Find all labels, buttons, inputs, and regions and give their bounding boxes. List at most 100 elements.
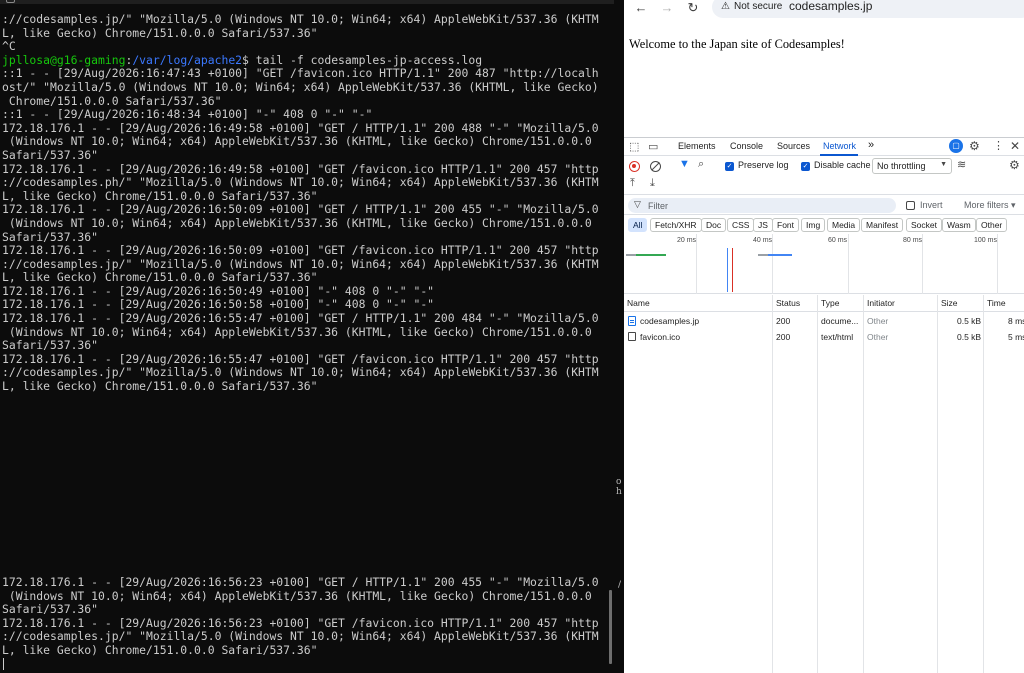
import-har-icon[interactable]: ⤒ (630, 177, 635, 190)
chip-media[interactable]: Media (827, 218, 861, 232)
column-divider[interactable] (937, 295, 938, 673)
column-header-status[interactable]: Status (776, 298, 800, 308)
terminal-line: (Windows NT 10.0; Win64; x64) AppleWebKi… (2, 324, 592, 339)
column-divider[interactable] (863, 295, 864, 673)
terminal-window[interactable]: ://codesamples.jp/" "Mozilla/5.0 (Window… (0, 0, 614, 673)
disable-cache-checkbox[interactable]: ✓ (801, 162, 810, 171)
more-filters-dropdown[interactable]: More filters ▾ (964, 200, 1016, 211)
terminal-tab-bar[interactable] (0, 0, 614, 4)
chip-doc[interactable]: Doc (701, 218, 727, 232)
warning-triangle-icon[interactable]: ⚠ (721, 1, 730, 12)
tab-elements[interactable]: Elements (678, 141, 716, 151)
tab-console[interactable]: Console (730, 141, 763, 151)
tab-network[interactable]: Network (823, 141, 856, 151)
prompt-path: /var/log/apache2 (132, 52, 243, 67)
column-divider[interactable] (817, 295, 818, 673)
column-header-time[interactable]: Time (987, 298, 1006, 308)
timeline-bar (626, 254, 636, 256)
url-text[interactable]: codesamples.jp (789, 0, 872, 13)
chip-manifest[interactable]: Manifest (861, 218, 904, 232)
chip-img[interactable]: Img (801, 218, 826, 232)
security-status-label[interactable]: Not secure (734, 1, 782, 12)
row-status: 200 (776, 316, 791, 326)
clear-icon[interactable] (650, 161, 661, 172)
terminal-line: 172.18.176.1 - - [29/Aug/2026:16:56:23 +… (2, 575, 599, 589)
prompt-user: jpllosa@g16-gaming (2, 52, 126, 67)
row-initiator: Other (867, 332, 889, 342)
table-row[interactable]: codesamples.jp 200 docume... Other 0.5 k… (624, 313, 1024, 329)
terminal-line: L, like Gecko) Chrome/151.0.0.0 Safari/5… (2, 379, 318, 394)
filter-field[interactable]: ▽ (628, 198, 896, 213)
timeline-gridline (922, 234, 923, 294)
preserve-log-label[interactable]: Preserve log (738, 160, 789, 170)
row-name[interactable]: favicon.ico (640, 332, 680, 342)
file-icon (628, 332, 636, 341)
chip-font[interactable]: Font (772, 218, 800, 232)
chip-wasm[interactable]: Wasm (942, 218, 976, 232)
row-type: text/html (821, 332, 854, 342)
row-type: docume... (821, 316, 859, 326)
preserve-log-checkbox[interactable]: ✓ (725, 162, 734, 171)
throttling-value: No throttling (877, 161, 926, 171)
chip-other[interactable]: Other (976, 218, 1008, 232)
network-overview-timeline[interactable]: 20 ms 40 ms 60 ms 80 ms 100 ms (624, 234, 1024, 294)
table-row[interactable]: favicon.ico 200 text/html Other 0.5 kB 5… (624, 329, 1024, 345)
terminal-line: Safari/537.36" (2, 338, 99, 353)
reload-icon[interactable]: ↻ (684, 0, 702, 16)
throttling-select[interactable]: No throttling ▼ (872, 158, 952, 174)
more-tabs-icon[interactable]: » (868, 139, 874, 151)
column-divider[interactable] (772, 295, 773, 673)
chip-socket[interactable]: Socket (906, 218, 942, 232)
column-header-size[interactable]: Size (941, 298, 958, 308)
timeline-gridline (848, 234, 849, 294)
terminal-line: Safari/537.36" (2, 602, 99, 617)
timeline-label: 100 ms (974, 237, 997, 244)
timeline-bar (636, 254, 666, 256)
terminal-line: 172.18.176.1 - - [29/Aug/2026:16:49:58 +… (2, 161, 599, 176)
chip-css[interactable]: CSS (727, 218, 755, 232)
terminal-line: 172.18.176.1 - - [29/Aug/2026:16:50:09 +… (2, 202, 599, 217)
arrow-right-icon[interactable]: → (658, 0, 676, 16)
active-tab-indicator (820, 154, 858, 156)
network-settings-gear-icon[interactable]: ⚙ (1009, 158, 1020, 172)
arrow-left-icon[interactable]: ← (632, 0, 650, 16)
column-divider[interactable] (983, 295, 984, 673)
resource-type-filters: All Fetch/XHR Doc CSS JS Font Img Media … (624, 216, 1024, 234)
terminal-scrollbar[interactable] (609, 590, 612, 664)
invert-label[interactable]: Invert (920, 200, 943, 210)
chip-fetch-xhr[interactable]: Fetch/XHR (650, 218, 702, 232)
disable-cache-label[interactable]: Disable cache (814, 160, 871, 170)
column-header-initiator[interactable]: Initiator (867, 298, 895, 308)
address-bar[interactable]: ⚠ Not secure codesamples.jp (712, 0, 1024, 18)
column-header-name[interactable]: Name (627, 298, 650, 308)
inspect-element-icon[interactable]: ⬚ (629, 140, 639, 154)
terminal-line: ::1 - - [29/Aug/2026:16:48:34 +0100] "-"… (2, 107, 373, 122)
terminal-cursor (3, 658, 4, 670)
timeline-label: 20 ms (677, 237, 697, 244)
terminal-line: 172.18.176.1 - - [29/Aug/2026:16:55:47 +… (2, 311, 599, 326)
network-conditions-icon[interactable]: ≋ (957, 158, 966, 171)
terminal-line: 172.18.176.1 - - [29/Aug/2026:16:50:09 +… (2, 243, 599, 258)
row-time: 8 ms (1008, 316, 1024, 326)
gear-icon[interactable]: ⚙ (969, 139, 980, 153)
close-icon[interactable]: ✕ (1010, 139, 1020, 153)
terminal-output-top: ://codesamples.jp/" "Mozilla/5.0 (Window… (2, 12, 606, 394)
devtools-panel: ⬚ ▭ Elements Console Sources Network » ▢… (624, 137, 1024, 673)
background-window-fragment: o h (616, 477, 622, 497)
column-header-type[interactable]: Type (821, 298, 839, 308)
terminal-line: ://codesamples.jp/" "Mozilla/5.0 (Window… (2, 365, 599, 380)
device-toolbar-icon[interactable]: ▭ (648, 140, 658, 154)
chip-all[interactable]: All (628, 218, 648, 232)
kebab-menu-icon[interactable]: ⋮ (993, 139, 1004, 153)
export-har-icon[interactable]: ⤓ (650, 177, 655, 190)
tab-sources[interactable]: Sources (777, 141, 810, 151)
search-icon[interactable]: ⌕ (698, 158, 704, 171)
issues-badge-icon[interactable]: ▢ (949, 139, 963, 153)
filter-input[interactable] (648, 199, 888, 212)
page-content: Welcome to the Japan site of Codesamples… (624, 20, 1024, 137)
row-name[interactable]: codesamples.jp (640, 316, 699, 326)
invert-checkbox[interactable] (906, 201, 915, 210)
funnel-icon[interactable]: ▼ (679, 158, 690, 170)
chip-js[interactable]: JS (753, 218, 773, 232)
record-icon[interactable] (629, 161, 640, 172)
